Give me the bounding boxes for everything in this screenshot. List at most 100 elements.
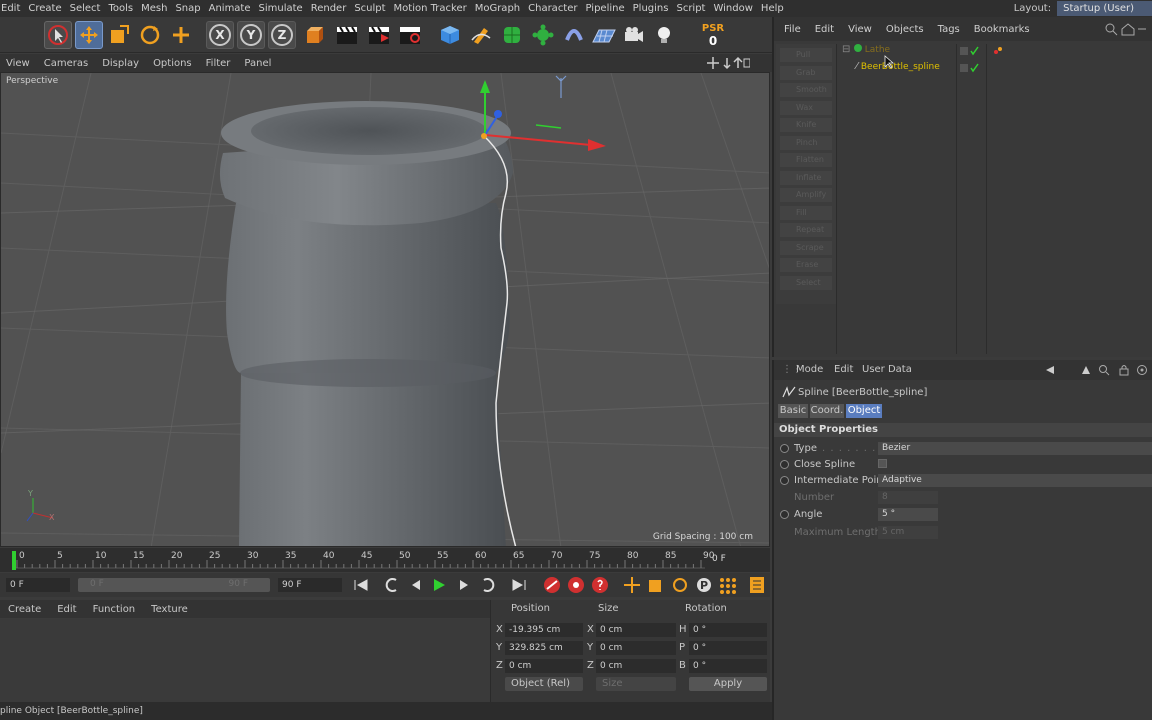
next-frame-icon[interactable] [456,577,472,596]
coordinate-system-icon[interactable] [299,21,327,49]
attr-lock-icon[interactable] [1118,364,1130,379]
key-parameter-icon[interactable]: P [694,576,714,597]
light-icon[interactable] [650,21,678,49]
deformer-icon[interactable] [560,21,588,49]
lathe-tag-icon[interactable] [992,46,1004,59]
type-animate-radio[interactable] [780,444,789,453]
play-forward-icon[interactable] [430,577,448,596]
menu-tools[interactable]: Tools [108,3,141,14]
render-view-icon[interactable] [333,21,361,49]
attr-new-manager-icon[interactable] [1136,364,1148,379]
viewport-menu-filter[interactable]: Filter [206,58,231,69]
cloner-icon[interactable] [529,21,557,49]
rotation-b-field[interactable]: 0 ° [689,659,767,673]
menu-plugins[interactable]: Plugins [633,3,677,14]
keyframe-selection-icon[interactable] [590,576,610,597]
attr-menu-mode[interactable]: Mode [796,364,823,375]
position-x-field[interactable]: -19.395 cm [505,623,583,637]
key-point-level-icon[interactable] [718,576,738,597]
3d-viewport[interactable]: Perspective Y X Grid Spacing : 100 cm [0,72,770,547]
obj-menu-tags[interactable]: Tags [938,24,960,35]
attr-search-icon[interactable] [1098,364,1110,379]
viewport-menu-cameras[interactable]: Cameras [44,58,88,69]
attr-menu-edit[interactable]: Edit [834,364,853,375]
position-z-field[interactable]: 0 cm [505,659,583,673]
size-mode-select[interactable]: Size [596,677,676,691]
attr-nav-up-icon[interactable] [1080,364,1092,379]
floor-icon[interactable] [590,21,618,49]
menu-motion-tracker[interactable]: Motion Tracker [394,3,475,14]
size-x-field[interactable]: 0 cm [596,623,676,637]
timeline-ruler[interactable]: 0 5 10 15 20 25 30 35 40 45 50 55 60 65 70 75 80 85 90 0 F [0,548,770,572]
cube-primitive-icon[interactable] [436,21,464,49]
viewport-menu-display[interactable]: Display [102,58,139,69]
type-select[interactable]: Bezier [878,442,1152,455]
material-menu-create[interactable]: Create [8,604,41,615]
menu-character[interactable]: Character [528,3,585,14]
rotation-h-field[interactable]: 0 ° [689,623,767,637]
autokeying-icon[interactable] [566,576,586,597]
object-properties-header[interactable]: Object Properties [774,423,1152,437]
viewport-navigate-icon[interactable] [706,56,751,73]
intermediate-points-select[interactable]: Adaptive [878,474,1152,487]
attr-nav-back-icon[interactable] [1044,364,1056,379]
rotate-tool-icon[interactable] [136,21,164,49]
obj-menu-file[interactable]: File [784,24,801,35]
material-manager-area[interactable] [0,619,490,702]
menu-animate[interactable]: Animate [209,3,259,14]
camera-icon[interactable] [620,21,648,49]
next-keyframe-icon[interactable] [478,577,496,596]
material-menu-function[interactable]: Function [93,604,136,615]
menu-window[interactable]: Window [713,3,760,14]
psr-indicator[interactable]: PSR 0 [699,21,727,49]
tab-basic[interactable]: Basic [778,404,808,418]
menu-snap[interactable]: Snap [175,3,208,14]
viewport-menu-view[interactable]: View [6,58,30,69]
render-to-picture-viewer-icon[interactable] [365,21,393,49]
lock-y-axis-button[interactable]: Y [237,21,265,49]
attr-menu-user-data[interactable]: User Data [862,364,912,375]
subdivision-surface-icon[interactable] [498,21,526,49]
timeline-scheme-icon[interactable] [748,576,766,597]
go-to-end-icon[interactable] [510,577,528,596]
viewport-menu-panel[interactable]: Panel [244,58,271,69]
angle-field[interactable]: 5 ° [878,508,938,521]
menu-mesh[interactable]: Mesh [141,3,175,14]
timeline-playhead[interactable] [12,551,16,570]
angle-animate-radio[interactable] [780,510,789,519]
material-menu-edit[interactable]: Edit [57,604,76,615]
pen-spline-icon[interactable] [467,21,495,49]
previous-keyframe-icon[interactable] [384,577,402,596]
menu-mograph[interactable]: MoGraph [475,3,528,14]
menu-create[interactable]: Create [28,3,69,14]
position-y-field[interactable]: 329.825 cm [505,641,583,655]
object-manager-search-icon[interactable] [1104,22,1148,39]
close-spline-animate-radio[interactable] [780,460,789,469]
previous-frame-icon[interactable] [408,577,424,596]
obj-menu-objects[interactable]: Objects [886,24,924,35]
menu-select[interactable]: Select [70,3,109,14]
menu-help[interactable]: Help [761,3,792,14]
material-menu-texture[interactable]: Texture [151,604,188,615]
obj-menu-edit[interactable]: Edit [815,24,834,35]
render-settings-icon[interactable] [396,21,424,49]
scale-tool-icon[interactable] [105,21,133,49]
live-selection-tool-icon[interactable] [44,21,72,49]
menu-script[interactable]: Script [676,3,713,14]
min-frame-field[interactable]: 0 F [6,578,70,592]
record-active-objects-icon[interactable] [542,576,562,597]
apply-button[interactable]: Apply [689,677,767,691]
lock-z-axis-button[interactable]: Z [268,21,296,49]
intermediate-points-animate-radio[interactable] [780,476,789,485]
key-rotation-icon[interactable] [670,576,690,597]
lathe-visibility-icon[interactable] [960,46,988,59]
menu-edit[interactable]: Edit [1,3,28,14]
coordinate-mode-select[interactable]: Object (Rel) [505,677,583,691]
tab-object[interactable]: Object [846,404,882,418]
menu-pipeline[interactable]: Pipeline [586,3,633,14]
layout-select[interactable]: Startup (User) [1057,1,1152,16]
obj-menu-view[interactable]: View [848,24,872,35]
preview-range-slider[interactable]: 0 F 90 F [78,578,270,592]
object-row-lathe[interactable]: ⊟ Lathe [842,44,890,55]
move-tool-icon[interactable] [75,21,103,49]
